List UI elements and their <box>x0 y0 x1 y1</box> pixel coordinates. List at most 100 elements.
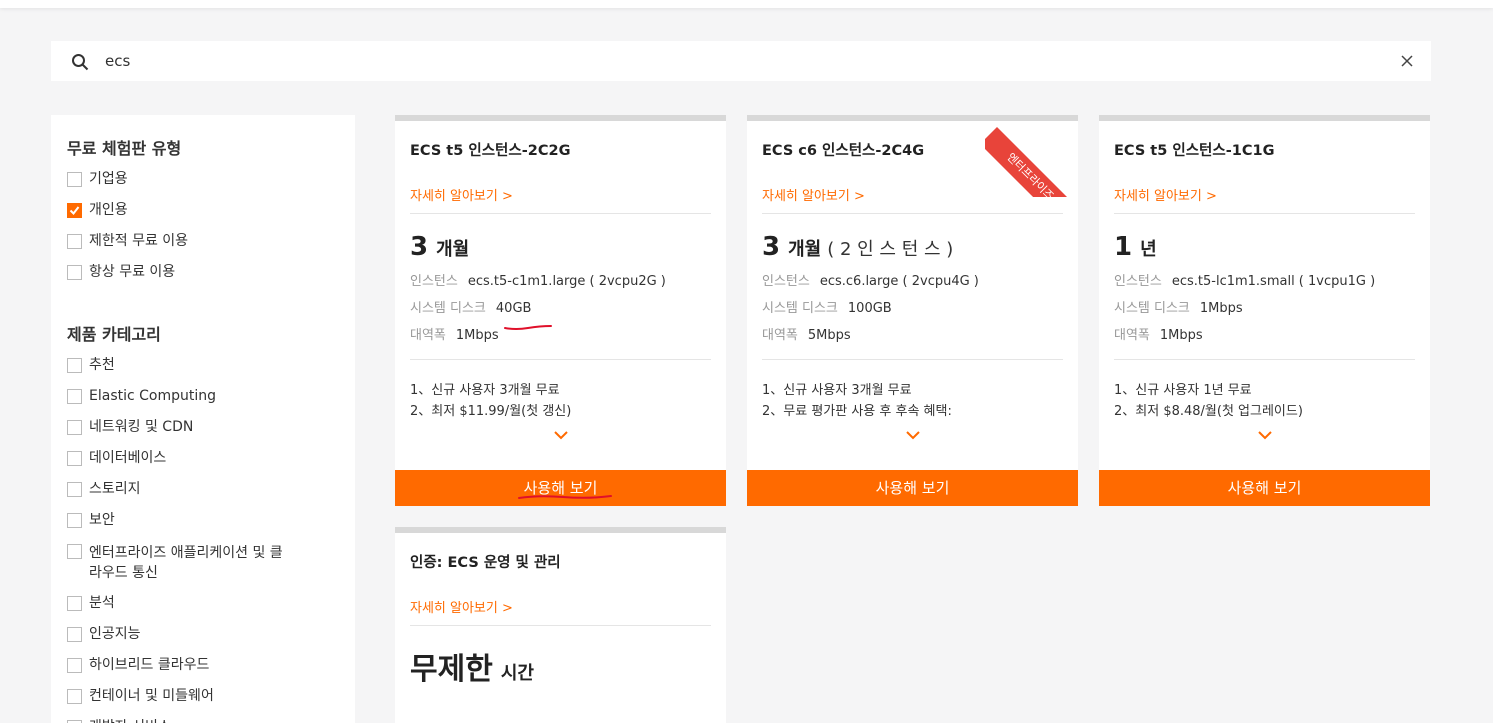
filter-option[interactable]: 하이브리드 클라우드 <box>67 657 339 688</box>
filter-group-trial-type: 무료 체험판 유형 기업용 개인용 제한적 무료 이용 항상 무료 이용 <box>67 135 339 295</box>
search-bar[interactable] <box>51 41 1431 81</box>
checkbox[interactable] <box>67 689 82 704</box>
spec-value: 100GB <box>847 301 892 316</box>
checkbox[interactable] <box>67 172 82 187</box>
benefit-note: 2、무료 평가판 사용 후 후속 혜택: <box>762 404 952 419</box>
filter-option-label: 개인용 <box>89 202 128 218</box>
checkbox[interactable] <box>67 234 82 249</box>
filter-option[interactable]: 인공지능 <box>67 626 339 657</box>
checkbox[interactable] <box>67 627 82 642</box>
filter-option[interactable]: 제한적 무료 이용 <box>67 233 339 264</box>
check-icon <box>69 206 80 216</box>
top-bar <box>0 0 1493 8</box>
spec-value: 5Mbps <box>807 328 851 343</box>
filter-option-label: 컨테이너 및 미들웨어 <box>89 688 214 704</box>
chevron-down-icon[interactable] <box>553 431 568 440</box>
spec-row: 대역폭 5Mbps <box>762 322 1063 349</box>
spec-key: 시스템 디스크 <box>762 301 838 316</box>
checkbox[interactable] <box>67 596 82 611</box>
filter-option-label: 엔터프라이즈 애플리케이션 및 클라우드 통신 <box>89 545 283 581</box>
checkbox[interactable] <box>67 358 82 373</box>
checkbox-checked[interactable] <box>67 203 82 218</box>
search-input[interactable] <box>105 49 1305 73</box>
period-unit: 개월 <box>436 239 470 260</box>
period-number: 3 <box>762 232 781 262</box>
benefit-note: 2、최저 $8.48/월(첫 업그레이드) <box>1114 404 1303 419</box>
filter-option[interactable]: 개발자 서비스 <box>67 719 339 723</box>
trial-period: 3 개월 ( 2 인 스 턴 스 ) <box>762 232 1063 264</box>
benefit-notes: 1、신규 사용자 1년 무료 2、최저 $8.48/월(첫 업그레이드) <box>1114 380 1415 422</box>
spec-row: 인스턴스 ecs.c6.large ( 2vcpu4G ) <box>762 268 1063 295</box>
filter-group-category: 제품 카테고리 추천 Elastic Computing 네트워킹 및 CDN 데이터… <box>67 321 339 723</box>
filter-option[interactable]: 항상 무료 이용 <box>67 264 339 295</box>
spec-list: 인스턴스 ecs.t5-c1m1.large ( 2vcpu2G ) 시스템 디스… <box>410 268 711 349</box>
trial-period: 무제한 시간 <box>410 644 711 687</box>
learn-more-link[interactable]: 자세히 알아보기 > <box>410 597 711 616</box>
product-card-ecs-certification: 인증: ECS 운영 및 관리 자세히 알아보기 > 무제한 시간 <box>395 527 726 723</box>
trial-period: 1 년 <box>1114 232 1415 264</box>
spec-value: ecs.c6.large ( 2vcpu4G ) <box>819 274 979 289</box>
learn-more-link[interactable]: 자세히 알아보기 > <box>1114 185 1415 204</box>
spec-value: 40GB <box>495 301 532 316</box>
filter-option[interactable]: 기업용 <box>67 171 339 202</box>
spec-key: 인스턴스 <box>410 274 458 289</box>
spec-value: 1Mbps <box>1159 328 1203 343</box>
trial-period: 3 개월 <box>410 232 711 264</box>
checkbox[interactable] <box>67 513 82 528</box>
checkbox[interactable] <box>67 265 82 280</box>
period-unit: 시간 <box>500 663 534 684</box>
spec-value: 1Mbps <box>1199 301 1243 316</box>
search-icon <box>72 54 89 71</box>
filter-option-label: 개발자 서비스 <box>89 719 171 723</box>
filter-option[interactable]: 엔터프라이즈 애플리케이션 및 클라우드 통신 <box>67 543 339 595</box>
filter-option[interactable]: 네트워킹 및 CDN <box>67 419 339 450</box>
spec-key: 인스턴스 <box>1114 274 1162 289</box>
spec-row: 대역폭 1Mbps <box>410 322 711 349</box>
checkbox[interactable] <box>67 658 82 673</box>
chevron-down-icon[interactable] <box>905 431 920 440</box>
checkbox[interactable] <box>67 389 82 404</box>
spec-list: 인스턴스 ecs.c6.large ( 2vcpu4G ) 시스템 디스크 100G… <box>762 268 1063 349</box>
product-card-ecs-c6-2c4g: ECS c6 인스턴스-2C4G 자세히 알아보기 > 3 개월 ( 2 인 스… <box>747 115 1078 506</box>
spec-key: 시스템 디스크 <box>410 301 486 316</box>
filter-option-label: 분석 <box>89 595 115 611</box>
spec-row: 대역폭 1Mbps <box>1114 322 1415 349</box>
spec-row: 시스템 디스크 100GB <box>762 295 1063 322</box>
spec-row: 시스템 디스크 40GB <box>410 295 711 322</box>
spec-key: 시스템 디스크 <box>1114 301 1190 316</box>
period-unit: 개월 <box>788 239 822 260</box>
filter-option-label: 제한적 무료 이용 <box>89 233 189 249</box>
filter-option[interactable]: Elastic Computing <box>67 388 339 419</box>
spec-row: 인스턴스 ecs.t5-c1m1.large ( 2vcpu2G ) <box>410 268 711 295</box>
filter-option[interactable]: 데이터베이스 <box>67 450 339 481</box>
benefit-notes: 1、신규 사용자 3개월 무료 2、최저 $11.99/월(첫 갱신) <box>410 380 711 422</box>
period-extra: ( 2 인 스 턴 스 ) <box>827 239 954 260</box>
filter-option[interactable]: 분석 <box>67 595 339 626</box>
filter-option-label: Elastic Computing <box>89 388 217 404</box>
try-it-button[interactable]: 사용해 보기 <box>747 470 1078 506</box>
learn-more-link[interactable]: 자세히 알아보기 > <box>762 185 1063 204</box>
filter-option[interactable]: 추천 <box>67 357 339 388</box>
close-icon[interactable] <box>1401 55 1413 67</box>
filter-option-label: 데이터베이스 <box>89 450 167 466</box>
filter-group-title: 제품 카테고리 <box>67 325 161 344</box>
learn-more-link[interactable]: 자세히 알아보기 > <box>410 185 711 204</box>
chevron-down-icon[interactable] <box>1257 431 1272 440</box>
try-it-button[interactable]: 사용해 보기 <box>1099 470 1430 506</box>
divider <box>1114 359 1415 360</box>
checkbox[interactable] <box>67 451 82 466</box>
checkbox[interactable] <box>67 420 82 435</box>
spec-key: 대역폭 <box>762 328 798 343</box>
checkbox[interactable] <box>67 544 82 559</box>
filter-option[interactable]: 개인용 <box>67 202 339 233</box>
filter-option-label: 네트워킹 및 CDN <box>89 419 194 435</box>
divider <box>410 359 711 360</box>
filter-option-label: 항상 무료 이용 <box>89 264 176 280</box>
benefit-note: 2、최저 $11.99/월(첫 갱신) <box>410 404 572 419</box>
filter-option[interactable]: 컨테이너 및 미들웨어 <box>67 688 339 719</box>
filter-option[interactable]: 스토리지 <box>67 481 339 512</box>
checkbox[interactable] <box>67 482 82 497</box>
divider <box>762 359 1063 360</box>
product-card-ecs-t5-1c1g: ECS t5 인스턴스-1C1G 자세히 알아보기 > 1 년 인스턴스 ecs.… <box>1099 115 1430 506</box>
filter-option[interactable]: 보안 <box>67 512 339 543</box>
